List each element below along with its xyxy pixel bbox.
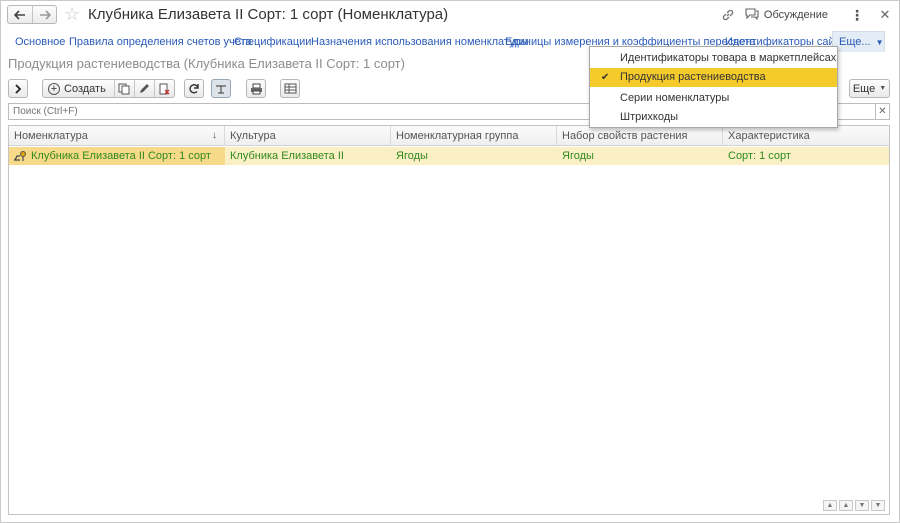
report-button[interactable] <box>280 79 300 98</box>
history-nav <box>7 5 57 24</box>
edit-button-group: + Создать <box>42 79 175 98</box>
mark-delete-button[interactable] <box>153 80 174 97</box>
printer-icon <box>250 83 262 94</box>
nav-more-button[interactable]: Еще... ▼ <box>832 31 885 52</box>
link-icon[interactable] <box>719 6 737 24</box>
page-subtitle: Продукция растениеводства (Клубника Елиз… <box>8 56 405 71</box>
product-item-icon <box>14 151 26 161</box>
column-header-nomenclature[interactable]: Номенклатура ↓ <box>9 126 225 146</box>
nav-link-main[interactable]: Основное <box>15 36 65 48</box>
discussion-button[interactable]: Обсуждение <box>745 7 828 23</box>
data-table: Номенклатура ↓ Культура Номенклатурная г… <box>8 125 890 515</box>
menu-item-label: Серии номенклатуры <box>620 92 730 104</box>
title-actions: Обсуждение ⋮ ✕ <box>719 5 892 25</box>
print-button[interactable] <box>246 79 266 98</box>
menu-item-crop-production[interactable]: ✔ Продукция растениеводства <box>590 68 837 87</box>
table-row[interactable]: Клубника Елизавета II Сорт: 1 сорт Клубн… <box>9 147 889 165</box>
column-header-label: Номенклатура <box>14 130 88 142</box>
column-header-property-set[interactable]: Набор свойств растения <box>557 126 723 146</box>
nav-more-label: Еще... <box>839 36 871 48</box>
chevron-right-icon <box>15 83 22 94</box>
more-dropdown-menu: Идентификаторы товара в маркетплейсах ✔ … <box>589 46 838 128</box>
cell-characteristic[interactable]: Сорт: 1 сорт <box>723 147 889 165</box>
title-bar: ☆ Клубника Елизавета II Сорт: 1 сорт (Но… <box>0 0 900 30</box>
menu-item-barcodes[interactable]: Штрихкоды <box>590 108 837 127</box>
cell-property-set[interactable]: Ягоды <box>557 147 723 165</box>
favorite-star-icon[interactable]: ☆ <box>64 4 80 24</box>
menu-item-label: Идентификаторы товара в маркетплейсах <box>620 52 837 64</box>
list-more-button[interactable]: Еще ▼ <box>849 79 890 98</box>
menu-item-label: Штрихкоды <box>620 111 679 123</box>
sort-arrow-icon: ↓ <box>212 130 217 141</box>
delete-mark-icon <box>159 83 170 94</box>
menu-item-marketplace-ids[interactable]: Идентификаторы товара в маркетплейсах <box>590 49 837 68</box>
cell-group[interactable]: Ягоды <box>391 147 557 165</box>
pencil-icon <box>140 83 150 93</box>
copy-button[interactable] <box>113 80 134 97</box>
table-report-icon <box>284 83 296 94</box>
copy-icon <box>118 83 130 94</box>
expand-button[interactable] <box>8 79 28 98</box>
menu-item-series[interactable]: Серии номенклатуры <box>590 89 837 108</box>
kebab-menu-icon[interactable]: ⋮ <box>850 7 864 24</box>
scroll-top-icon[interactable]: ▲ <box>823 500 837 511</box>
scroll-up-icon[interactable]: ▲ <box>839 500 853 511</box>
column-header-culture[interactable]: Культура <box>225 126 391 146</box>
window-title: Клубника Елизавета II Сорт: 1 сорт (Номе… <box>88 6 449 23</box>
scroll-bottom-icon[interactable]: ▼ <box>871 500 885 511</box>
close-icon[interactable]: ✕ <box>878 7 892 23</box>
table-header: Номенклатура ↓ Культура Номенклатурная г… <box>9 126 889 146</box>
list-more-label: Еще <box>852 82 876 95</box>
create-button[interactable]: + Создать <box>43 80 114 97</box>
arrow-right-icon <box>39 9 51 20</box>
nav-link-specifications[interactable]: Спецификации <box>234 36 311 48</box>
plus-icon: + <box>48 82 60 95</box>
column-header-group[interactable]: Номенклатурная группа <box>391 126 557 146</box>
menu-item-label: Продукция растениеводства <box>620 71 766 83</box>
hierarchy-toggle-button[interactable] <box>211 79 231 98</box>
caret-down-icon: ▼ <box>875 37 884 47</box>
search-clear-icon[interactable]: ✕ <box>876 103 890 120</box>
discussion-label: Обсуждение <box>763 9 828 21</box>
cell-culture[interactable]: Клубника Елизавета II <box>225 147 391 165</box>
column-header-characteristic[interactable]: Характеристика <box>723 126 889 146</box>
hierarchy-icon <box>216 84 226 94</box>
back-button[interactable] <box>8 6 32 23</box>
arrow-left-icon <box>14 9 25 20</box>
nav-link-usage-purposes[interactable]: Назначения использования номенклатуры <box>311 36 529 48</box>
create-label: Создать <box>64 82 106 95</box>
edit-button[interactable] <box>133 80 154 97</box>
nav-link-account-rules[interactable]: Правила определения счетов учета <box>69 36 252 48</box>
cell-nomenclature[interactable]: Клубника Елизавета II Сорт: 1 сорт <box>9 147 225 165</box>
refresh-icon <box>189 83 199 93</box>
forward-button[interactable] <box>32 6 56 23</box>
scroll-down-icon[interactable]: ▼ <box>855 500 869 511</box>
chat-icon <box>745 7 759 23</box>
refresh-button[interactable] <box>184 79 204 98</box>
checkmark-icon: ✔ <box>601 72 610 83</box>
caret-down-icon: ▼ <box>879 85 887 92</box>
scroll-controls: ▲ ▲ ▼ ▼ <box>823 500 885 511</box>
cell-text: Клубника Елизавета II Сорт: 1 сорт <box>31 150 211 162</box>
